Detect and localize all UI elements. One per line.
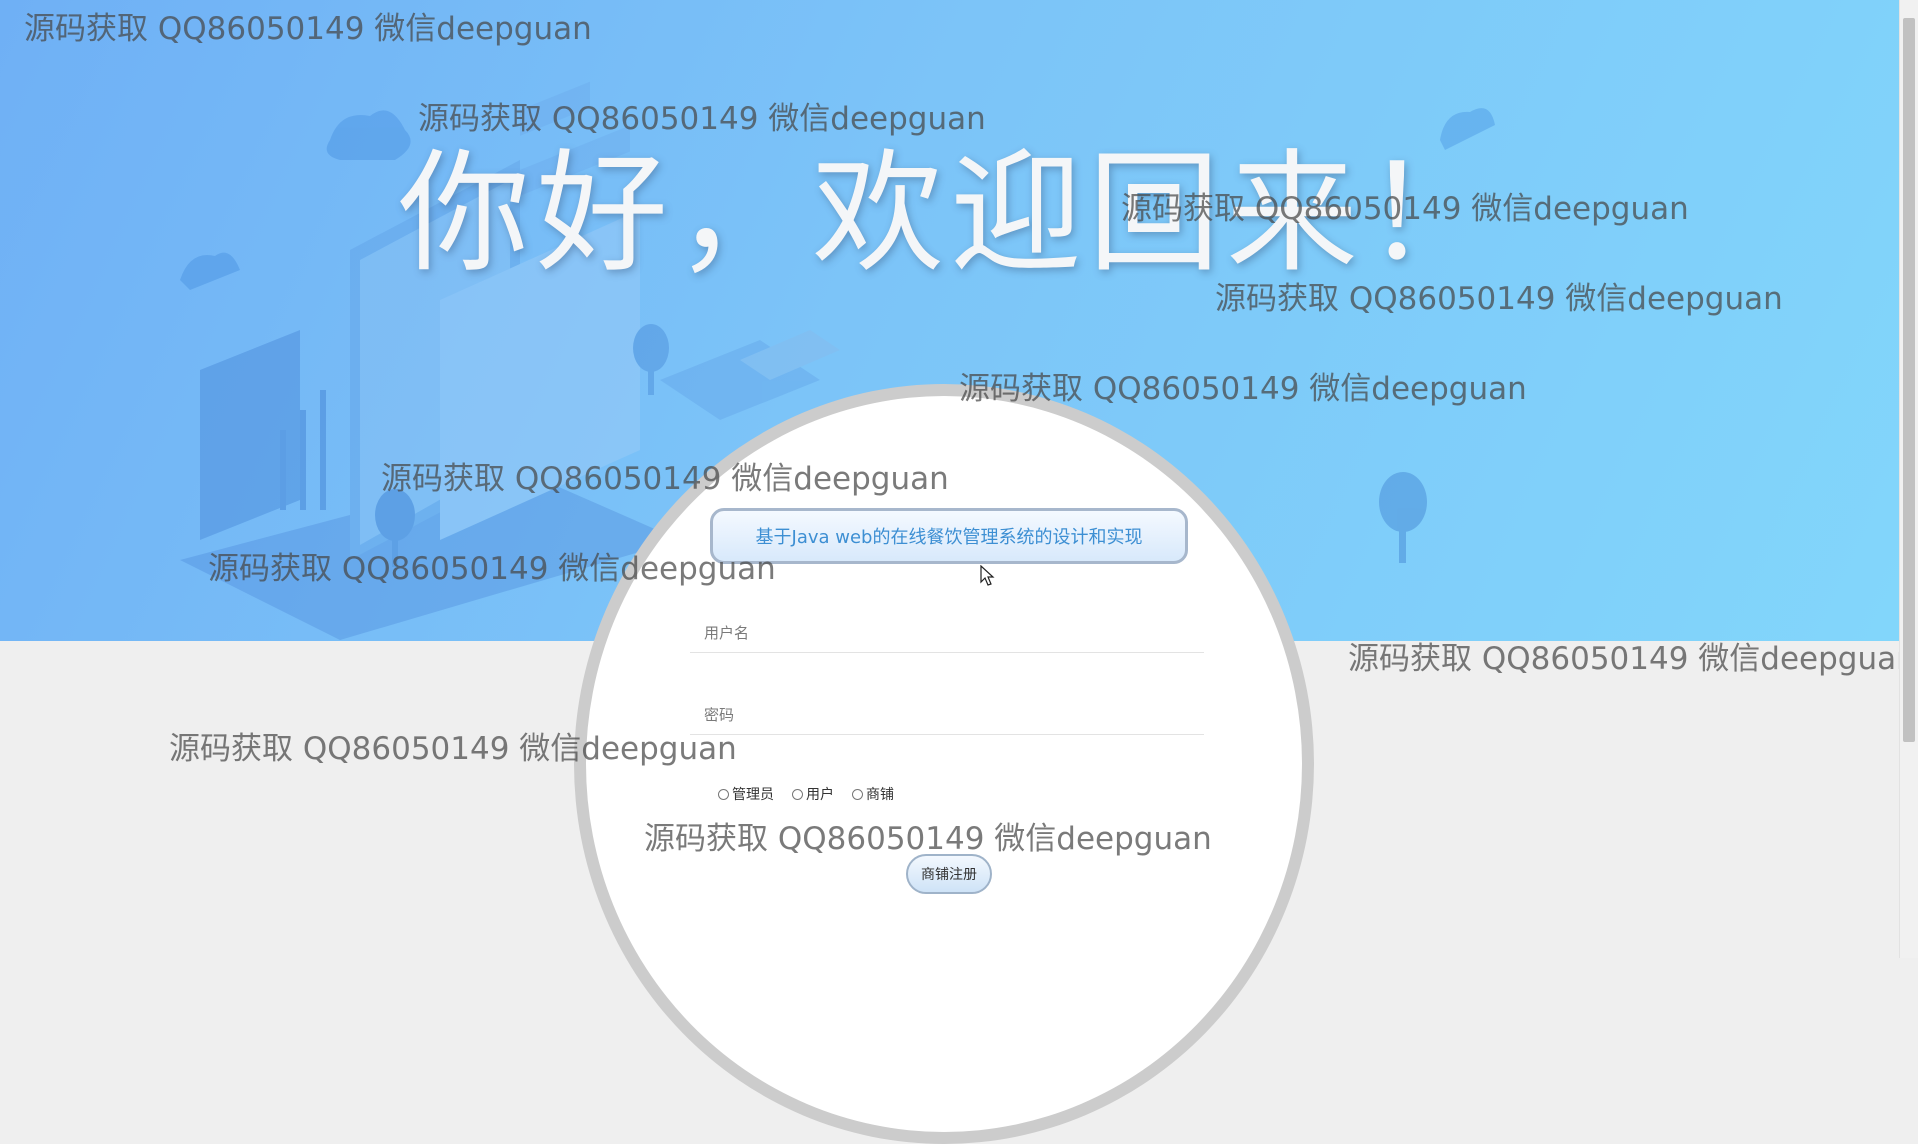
user-radio[interactable] xyxy=(792,788,803,800)
login-panel xyxy=(574,384,1314,1144)
role-label-admin: 管理员 xyxy=(732,787,774,803)
admin-radio[interactable] xyxy=(718,788,729,800)
role-label-shop: 商铺 xyxy=(866,787,894,803)
username-input[interactable] xyxy=(690,613,1204,653)
welcome-headline: 你好，欢迎回来！ xyxy=(398,137,1502,291)
mouse-pointer-icon xyxy=(980,565,995,586)
role-radio-group: 管理员 用户 商铺 xyxy=(718,784,894,804)
system-title-banner: 基于Java web的在线餐饮管理系统的设计和实现 xyxy=(710,508,1188,564)
shop-register-button[interactable]: 商铺注册 xyxy=(906,854,992,894)
role-option-admin[interactable]: 管理员 xyxy=(718,784,774,804)
role-option-user[interactable]: 用户 xyxy=(792,784,834,804)
shop-radio[interactable] xyxy=(852,788,863,800)
role-label-user: 用户 xyxy=(806,787,834,803)
vertical-scrollbar[interactable] xyxy=(1899,0,1918,958)
scrollbar-thumb[interactable] xyxy=(1903,18,1915,742)
role-option-shop[interactable]: 商铺 xyxy=(852,784,894,804)
system-title-text: 基于Java web的在线餐饮管理系统的设计和实现 xyxy=(755,527,1143,548)
password-input[interactable] xyxy=(690,695,1204,735)
